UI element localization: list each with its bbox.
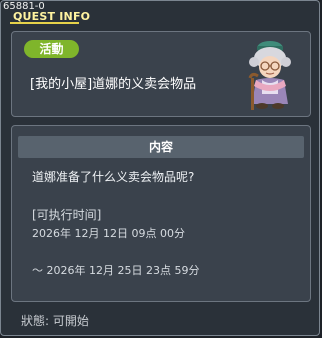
- event-badge: 活動: [24, 40, 79, 58]
- quest-summary-panel: 活動 [我的小屋]道娜的义卖会物品: [11, 31, 311, 117]
- grandma-npc-icon: [248, 41, 291, 110]
- section-header-content: 内容: [18, 136, 304, 158]
- available-time-start: 2026年 12月 12日 09点 00分: [32, 227, 185, 240]
- quest-status: 狀態: 可開始: [21, 314, 89, 328]
- quest-detail-panel: 内容 道娜准备了什么义卖会物品呢? [可执行时间] 2026年 12月 12日 …: [11, 125, 311, 302]
- quest-name: [我的小屋]道娜的义卖会物品: [30, 77, 197, 92]
- title-underline: [10, 22, 79, 24]
- available-time-label: [可执行时间]: [32, 208, 102, 222]
- quest-info-window: 65881-0 QUEST INFO 活動 [我的小屋]道娜的义卖会物品 内容 …: [0, 0, 320, 336]
- available-time-end: ～ 2026年 12月 25日 23点 59分: [32, 264, 200, 277]
- quest-description: 道娜准备了什么义卖会物品呢?: [32, 170, 195, 184]
